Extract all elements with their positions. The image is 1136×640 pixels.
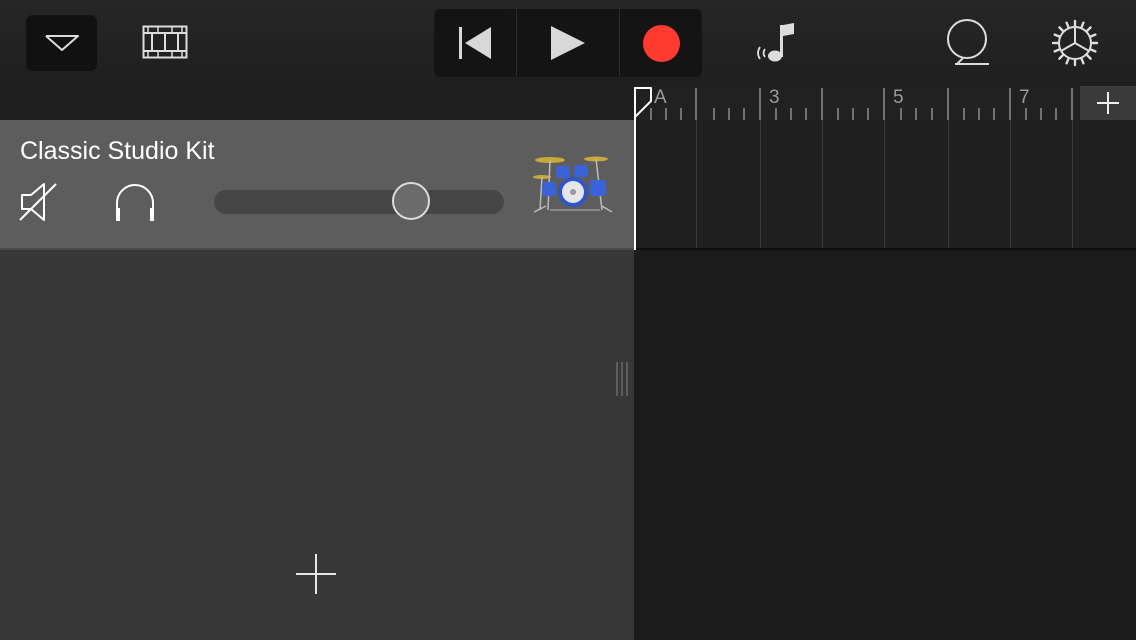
panel-resize-handle[interactable] <box>614 362 630 396</box>
mute-button[interactable] <box>18 182 62 222</box>
volume-fill <box>214 190 411 214</box>
add-section-button[interactable] <box>1080 86 1136 120</box>
browser-button[interactable] <box>26 15 97 71</box>
track-name: Classic Studio Kit <box>20 137 215 165</box>
top-toolbar <box>0 0 1136 86</box>
film-strip-icon <box>142 25 188 59</box>
settings-button[interactable] <box>1046 14 1104 72</box>
solo-button[interactable] <box>112 180 158 224</box>
bar-label-7: 7 <box>1019 87 1030 108</box>
ruler-ticks <box>650 88 1073 120</box>
metronome-note-icon <box>757 23 794 62</box>
track-lane[interactable] <box>634 120 1136 250</box>
bar-line <box>760 120 761 248</box>
bar-line <box>1072 120 1073 248</box>
bar-line <box>696 120 697 248</box>
bar-label-3: 3 <box>769 87 780 108</box>
chevron-down-icon <box>44 35 79 51</box>
section-marker-label: A <box>654 87 667 108</box>
plus-icon <box>296 554 336 594</box>
skip-back-icon <box>459 27 491 59</box>
drum-kit-icon <box>533 156 613 213</box>
bar-line <box>948 120 949 248</box>
tracks-view-button[interactable] <box>136 18 194 66</box>
volume-thumb[interactable] <box>392 182 431 220</box>
metronome-button[interactable] <box>744 16 804 70</box>
go-to-beginning-button[interactable] <box>434 9 517 77</box>
plus-icon <box>1097 92 1119 114</box>
bar-line <box>822 120 823 248</box>
garageband-app: Classic Studio Kit A 3 5 7 <box>0 0 1136 640</box>
play-button[interactable] <box>517 9 620 77</box>
record-icon <box>642 24 680 62</box>
playhead-handle[interactable] <box>634 87 652 121</box>
speaker-muted-icon <box>19 183 57 221</box>
bar-label-5: 5 <box>893 87 904 108</box>
add-track-button[interactable] <box>290 548 342 600</box>
play-icon <box>551 26 585 60</box>
bar-line <box>1010 120 1011 248</box>
transport-controls <box>434 9 702 77</box>
track-header-spacer <box>0 86 634 120</box>
timeline-ruler[interactable]: A 3 5 7 <box>634 86 1080 120</box>
timeline-empty-area[interactable] <box>634 250 1136 640</box>
gear-icon <box>1051 19 1099 67</box>
loop-browser-button[interactable] <box>940 14 1000 70</box>
bar-line <box>884 120 885 248</box>
loop-lasso-icon <box>947 19 989 65</box>
headphones-icon <box>116 184 154 221</box>
volume-slider[interactable] <box>214 182 504 220</box>
record-button[interactable] <box>620 9 702 77</box>
